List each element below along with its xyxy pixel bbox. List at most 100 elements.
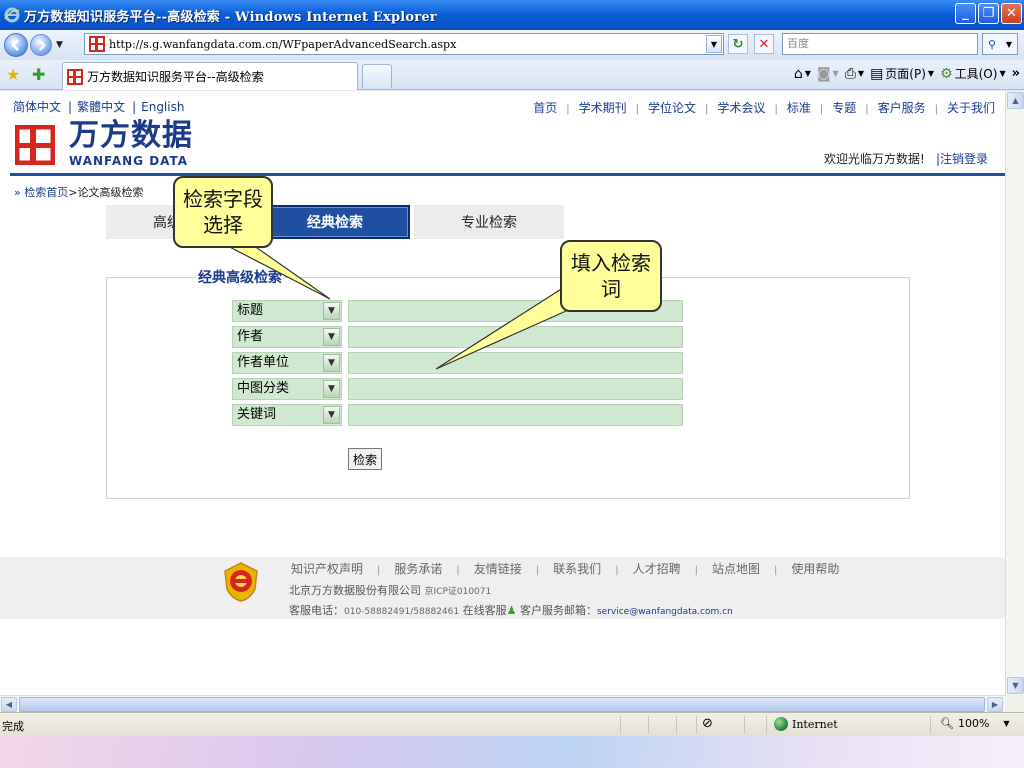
field-select-2[interactable]: 作者 ▼ bbox=[232, 326, 342, 348]
nav-standards[interactable]: 标准 bbox=[787, 101, 811, 115]
scroll-up-icon[interactable]: ▲ bbox=[1007, 92, 1024, 109]
footer-link-ip[interactable]: 知识产权声明 bbox=[291, 562, 363, 576]
breadcrumb-current: 论文高级检索 bbox=[77, 186, 144, 199]
address-bar[interactable]: http://s.g.wanfangdata.com.cn/WFpaperAdv… bbox=[84, 33, 724, 55]
status-divider bbox=[766, 716, 767, 734]
scroll-down-icon[interactable]: ▼ bbox=[1007, 677, 1024, 694]
live-search-input[interactable]: 百度 bbox=[782, 33, 978, 55]
favorites-star-icon[interactable]: ★ bbox=[6, 65, 20, 84]
horizontal-scrollbar[interactable]: ◀ ▶ bbox=[0, 695, 1005, 712]
zoom-level: 100% bbox=[957, 717, 990, 730]
print-button[interactable]: ⎙ ▼ bbox=[845, 66, 864, 82]
scroll-right-icon[interactable]: ▶ bbox=[987, 697, 1003, 712]
field-select-value: 中图分类 bbox=[237, 381, 290, 396]
footer-link-friends[interactable]: 友情链接 bbox=[474, 562, 522, 576]
forward-arrow-icon bbox=[38, 39, 46, 51]
stop-button[interactable]: ✕ bbox=[754, 34, 774, 54]
lang-traditional-link[interactable]: 繁體中文 bbox=[77, 100, 125, 114]
wanfang-favicon-icon bbox=[89, 36, 105, 52]
breadcrumb-home-link[interactable]: 检索首页 bbox=[24, 186, 68, 199]
back-button[interactable] bbox=[4, 33, 28, 57]
security-zone[interactable]: Internet bbox=[774, 717, 838, 731]
field-select-4[interactable]: 中图分类 ▼ bbox=[232, 378, 342, 400]
footer-link-sitemap[interactable]: 站点地图 bbox=[712, 562, 760, 576]
search-term-input-3[interactable] bbox=[348, 352, 683, 374]
scroll-left-icon[interactable]: ◀ bbox=[1, 697, 17, 712]
page-icon: ▤ bbox=[870, 65, 884, 82]
window-controls: _ ❐ ✕ bbox=[955, 3, 1022, 24]
nav-topics[interactable]: 专题 bbox=[832, 101, 856, 115]
footer-link-commitment[interactable]: 服务承诺 bbox=[394, 562, 442, 576]
tools-menu[interactable]: ⚙ 工具(O) ▼ bbox=[940, 65, 1006, 82]
browser-tab-active[interactable]: 万方数据知识服务平台--高级检索 bbox=[62, 62, 358, 90]
feeds-button[interactable]: ◙ ▼ bbox=[817, 66, 839, 82]
footer-icp[interactable]: 京ICP证010071 bbox=[425, 587, 492, 597]
tab-professional-search[interactable]: 专业检索 bbox=[414, 205, 564, 239]
close-window-button[interactable]: ✕ bbox=[1001, 3, 1022, 24]
minimize-button[interactable]: _ bbox=[955, 3, 976, 24]
refresh-button[interactable]: ↻ bbox=[728, 34, 748, 54]
search-row-4: 中图分类 ▼ bbox=[232, 378, 683, 400]
chevron-down-icon[interactable]: ▼ bbox=[323, 354, 340, 372]
lang-simplified-link[interactable]: 简体中文 bbox=[13, 100, 61, 114]
tab-toolbar: ★ ✚ 万方数据知识服务平台--高级检索 ⌂ ▼ ◙ ▼ ⎙ ▼ ▤ 页面(P) ▼ ⚙ 工… bbox=[0, 60, 1024, 90]
search-go-button[interactable]: ⚲ ▼ bbox=[982, 33, 1018, 55]
vertical-scrollbar[interactable]: ▲ ▼ bbox=[1005, 91, 1024, 695]
chevron-down-icon[interactable]: ▼ bbox=[323, 328, 340, 346]
nav-about[interactable]: 关于我们 bbox=[947, 101, 995, 115]
footer-link-jobs[interactable]: 人才招聘 bbox=[633, 562, 681, 576]
lang-english-link[interactable]: English bbox=[141, 100, 184, 114]
footer-link-help[interactable]: 使用帮助 bbox=[791, 562, 839, 576]
page-menu[interactable]: ▤ 页面(P) ▼ bbox=[870, 65, 934, 82]
site-footer: 知识产权声明 | 服务承诺 | 友情链接 | 联系我们 | 人才招聘 | 站点地图 | 使用帮助 北京万… bbox=[0, 557, 1005, 619]
ie-logo-icon bbox=[4, 7, 20, 23]
search-term-input-2[interactable] bbox=[348, 326, 683, 348]
footer-email-link[interactable]: service@wanfangdata.com.cn bbox=[597, 607, 733, 617]
address-dropdown-icon[interactable]: ▼ bbox=[706, 35, 722, 53]
nav-journals[interactable]: 学术期刊 bbox=[579, 101, 627, 115]
field-select-5[interactable]: 关键词 ▼ bbox=[232, 404, 342, 426]
footer-link-contact[interactable]: 联系我们 bbox=[553, 562, 601, 576]
search-term-input-5[interactable] bbox=[348, 404, 683, 426]
logout-link[interactable]: |注销登录 bbox=[936, 150, 988, 167]
search-submit-button[interactable]: 检索 bbox=[348, 448, 382, 470]
home-button[interactable]: ⌂ ▼ bbox=[794, 66, 811, 82]
new-tab-button[interactable] bbox=[362, 64, 392, 88]
zoom-icon: 🔍︎ bbox=[940, 717, 954, 730]
nav-theses[interactable]: 学位论文 bbox=[648, 101, 696, 115]
address-url[interactable]: http://s.g.wanfangdata.com.cn/WFpaperAdv… bbox=[109, 38, 456, 51]
nav-customer-service[interactable]: 客户服务 bbox=[878, 101, 926, 115]
header-divider bbox=[10, 173, 1005, 176]
add-favorites-icon[interactable]: ✚ bbox=[32, 65, 45, 84]
nav-conferences[interactable]: 学术会议 bbox=[717, 101, 765, 115]
police-emblem-icon[interactable] bbox=[222, 561, 260, 603]
privacy-icon[interactable]: ⊘ bbox=[702, 716, 713, 731]
chevron-more-icon[interactable]: » bbox=[1012, 66, 1020, 81]
search-row-5: 关键词 ▼ bbox=[232, 404, 683, 426]
panel-title: 经典高级检索 bbox=[196, 267, 284, 287]
wanfang-logo-mark-icon bbox=[15, 125, 55, 165]
chevron-down-icon[interactable]: ▼ bbox=[323, 302, 340, 320]
forward-button[interactable] bbox=[30, 34, 52, 56]
zoom-control[interactable]: 🔍︎ 100% ▼ bbox=[940, 717, 1010, 730]
chevron-down-icon[interactable]: ▼ bbox=[323, 380, 340, 398]
field-select-value: 标题 bbox=[237, 303, 264, 318]
footer-online-service[interactable]: 在线客服 bbox=[463, 604, 507, 617]
online-service-icon[interactable]: ♟ bbox=[507, 604, 517, 617]
desktop-strip bbox=[0, 736, 1024, 768]
search-term-input-4[interactable] bbox=[348, 378, 683, 400]
field-select-1[interactable]: 标题 ▼ bbox=[232, 300, 342, 322]
nav-home[interactable]: 首页 bbox=[533, 101, 557, 115]
status-divider bbox=[744, 716, 745, 734]
horizontal-scroll-thumb[interactable] bbox=[19, 697, 985, 712]
field-select-3[interactable]: 作者单位 ▼ bbox=[232, 352, 342, 374]
zoom-dropdown-icon[interactable]: ▼ bbox=[1003, 719, 1009, 728]
maximize-button[interactable]: ❐ bbox=[978, 3, 999, 24]
wanfang-logo[interactable]: 万方数据 WANFANG DATA bbox=[15, 119, 215, 169]
history-dropdown-icon[interactable]: ▼ bbox=[56, 40, 63, 50]
search-options-icon[interactable]: ▼ bbox=[1006, 40, 1012, 49]
tab-classic-search[interactable]: 经典检索 bbox=[260, 205, 410, 239]
page-viewport: 简体中文 | 繁體中文 | English 首页 | 学术期刊 | 学位论文 | 学术会议 | 标准 | 专… bbox=[0, 91, 1005, 695]
magnifier-icon: ⚲ bbox=[987, 37, 996, 51]
chevron-down-icon[interactable]: ▼ bbox=[323, 406, 340, 424]
